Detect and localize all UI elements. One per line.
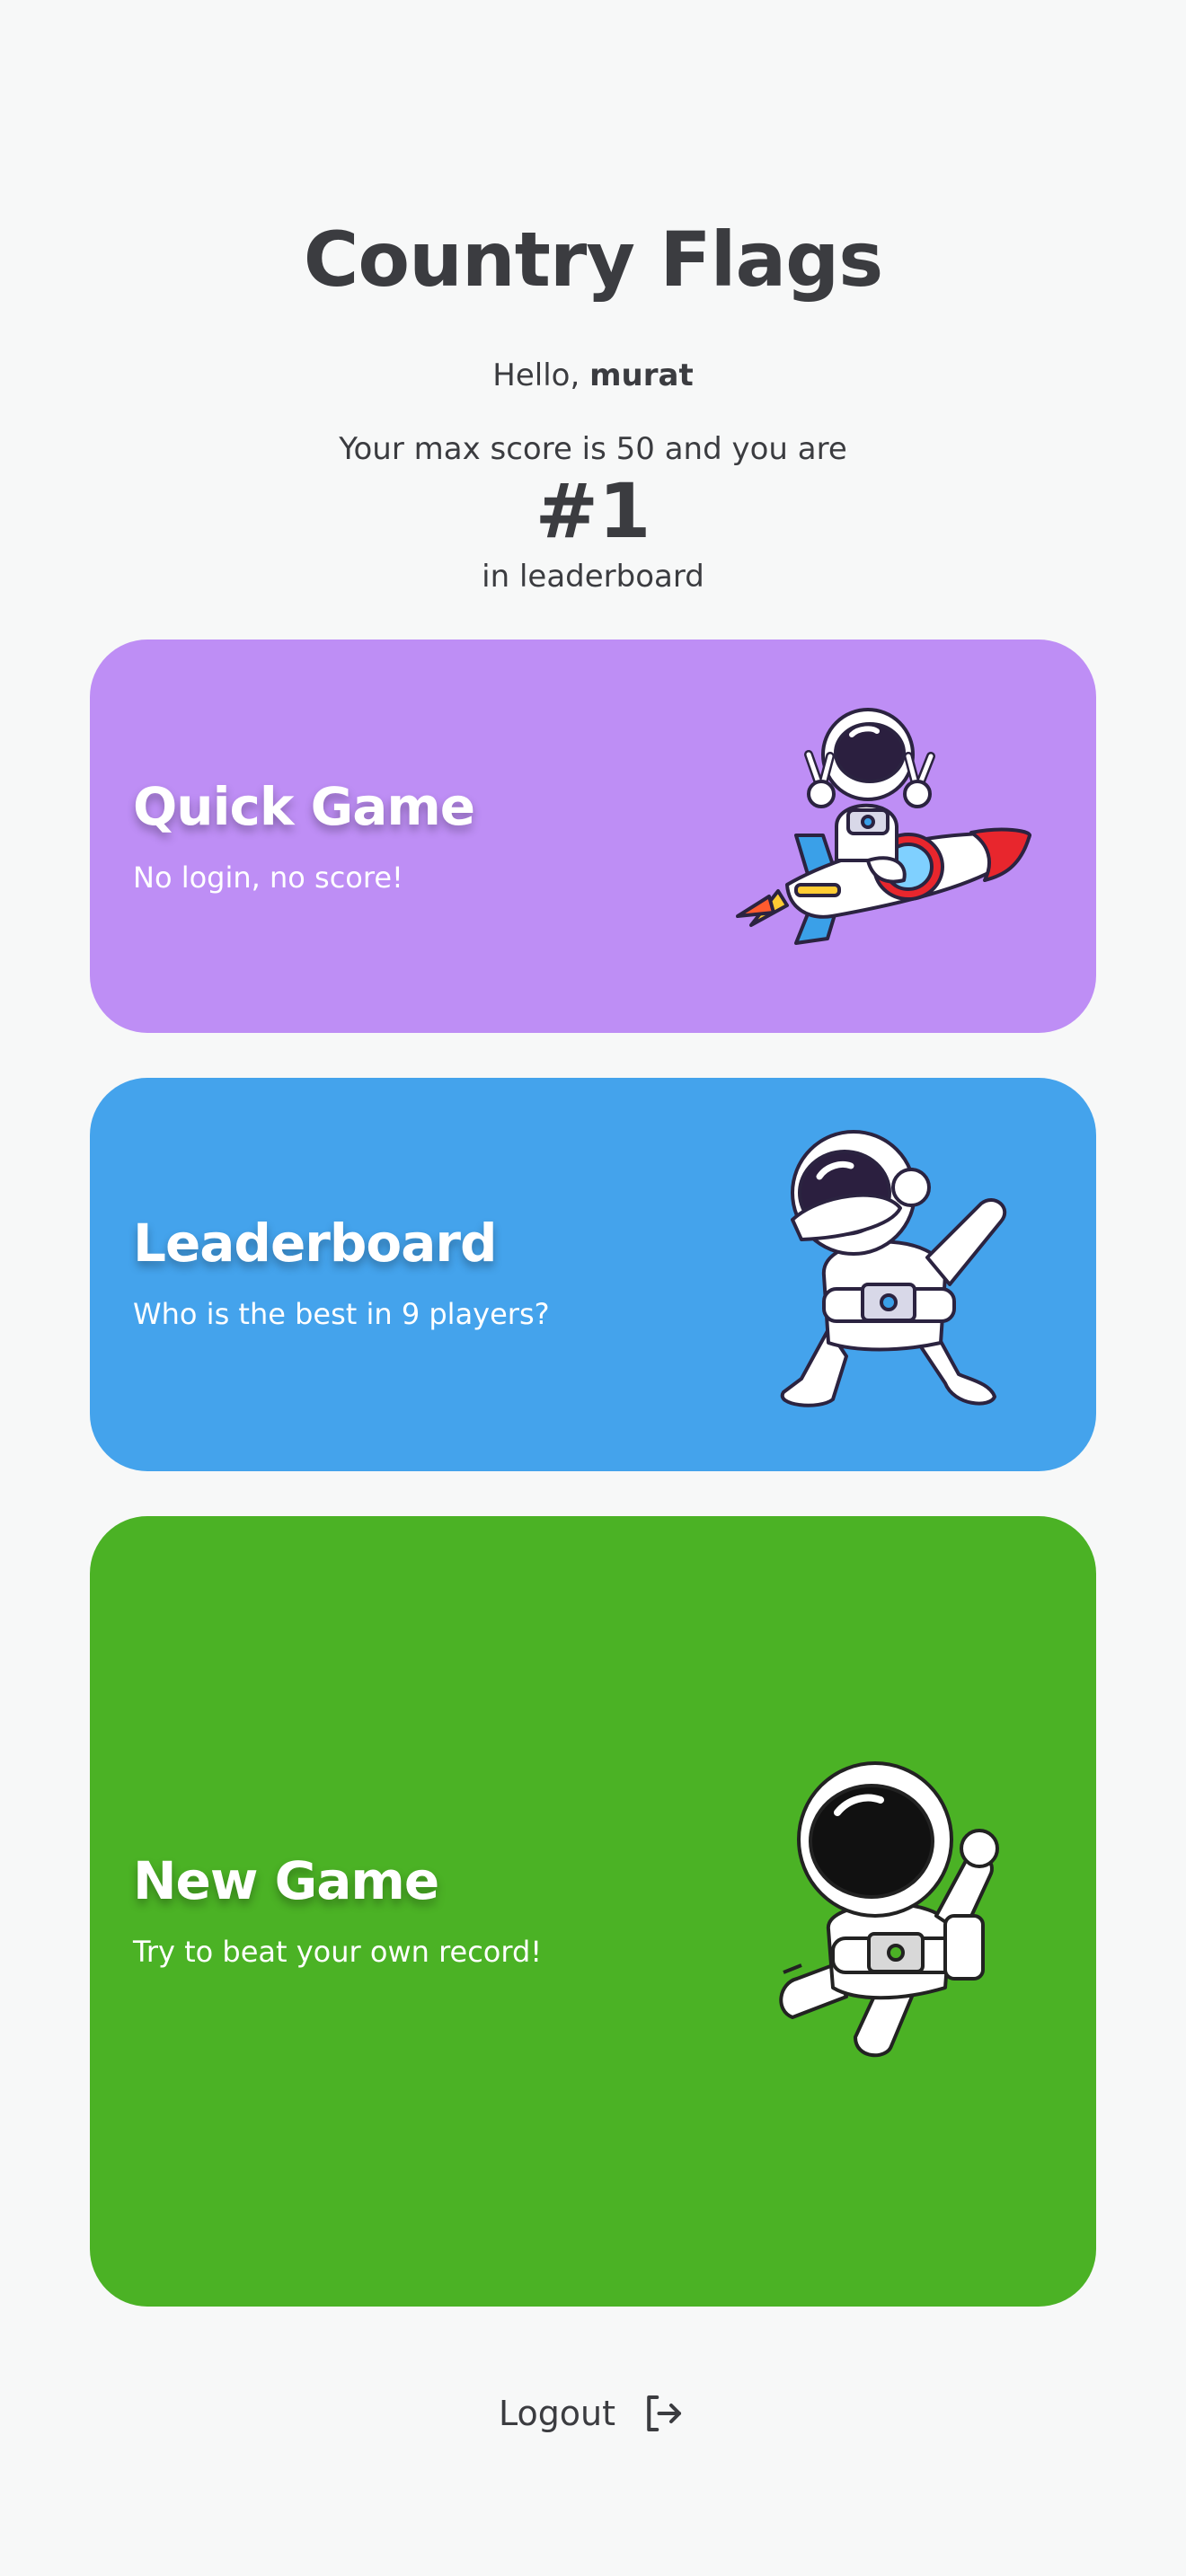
new-game-card[interactable]: New Game Try to beat your own record! (90, 1516, 1096, 2307)
quick-game-subtitle: No login, no score! (133, 860, 403, 895)
logout-label: Logout (498, 2394, 616, 2433)
quick-game-title: Quick Game (133, 776, 475, 837)
astronaut-dab-icon (780, 1130, 1007, 1407)
page-title: Country Flags (303, 216, 884, 304)
greeting: Hello, murat (0, 357, 1186, 393)
new-game-subtitle: Try to beat your own record! (133, 1935, 543, 1969)
leaderboard-title: Leaderboard (133, 1213, 498, 1274)
quick-game-card[interactable]: Quick Game No login, no score! (90, 640, 1096, 1033)
leaderboard-rank: #1 (535, 467, 651, 555)
logout-icon (647, 2395, 682, 2432)
greeting-prefix: Hello, (492, 357, 580, 393)
logout-button[interactable]: Logout (0, 2382, 1186, 2445)
astronaut-rocket-icon (736, 708, 1031, 945)
username: murat (589, 357, 694, 393)
astronaut-jump-icon (779, 1761, 999, 2058)
leaderboard-subtitle: Who is the best in 9 players? (133, 1297, 550, 1331)
max-score-text: Your max score is 50 and you are (339, 431, 847, 467)
leaderboard-rank-suffix: in leaderboard (482, 559, 704, 595)
leaderboard-card[interactable]: Leaderboard Who is the best in 9 players… (90, 1078, 1096, 1471)
new-game-title: New Game (133, 1850, 439, 1911)
